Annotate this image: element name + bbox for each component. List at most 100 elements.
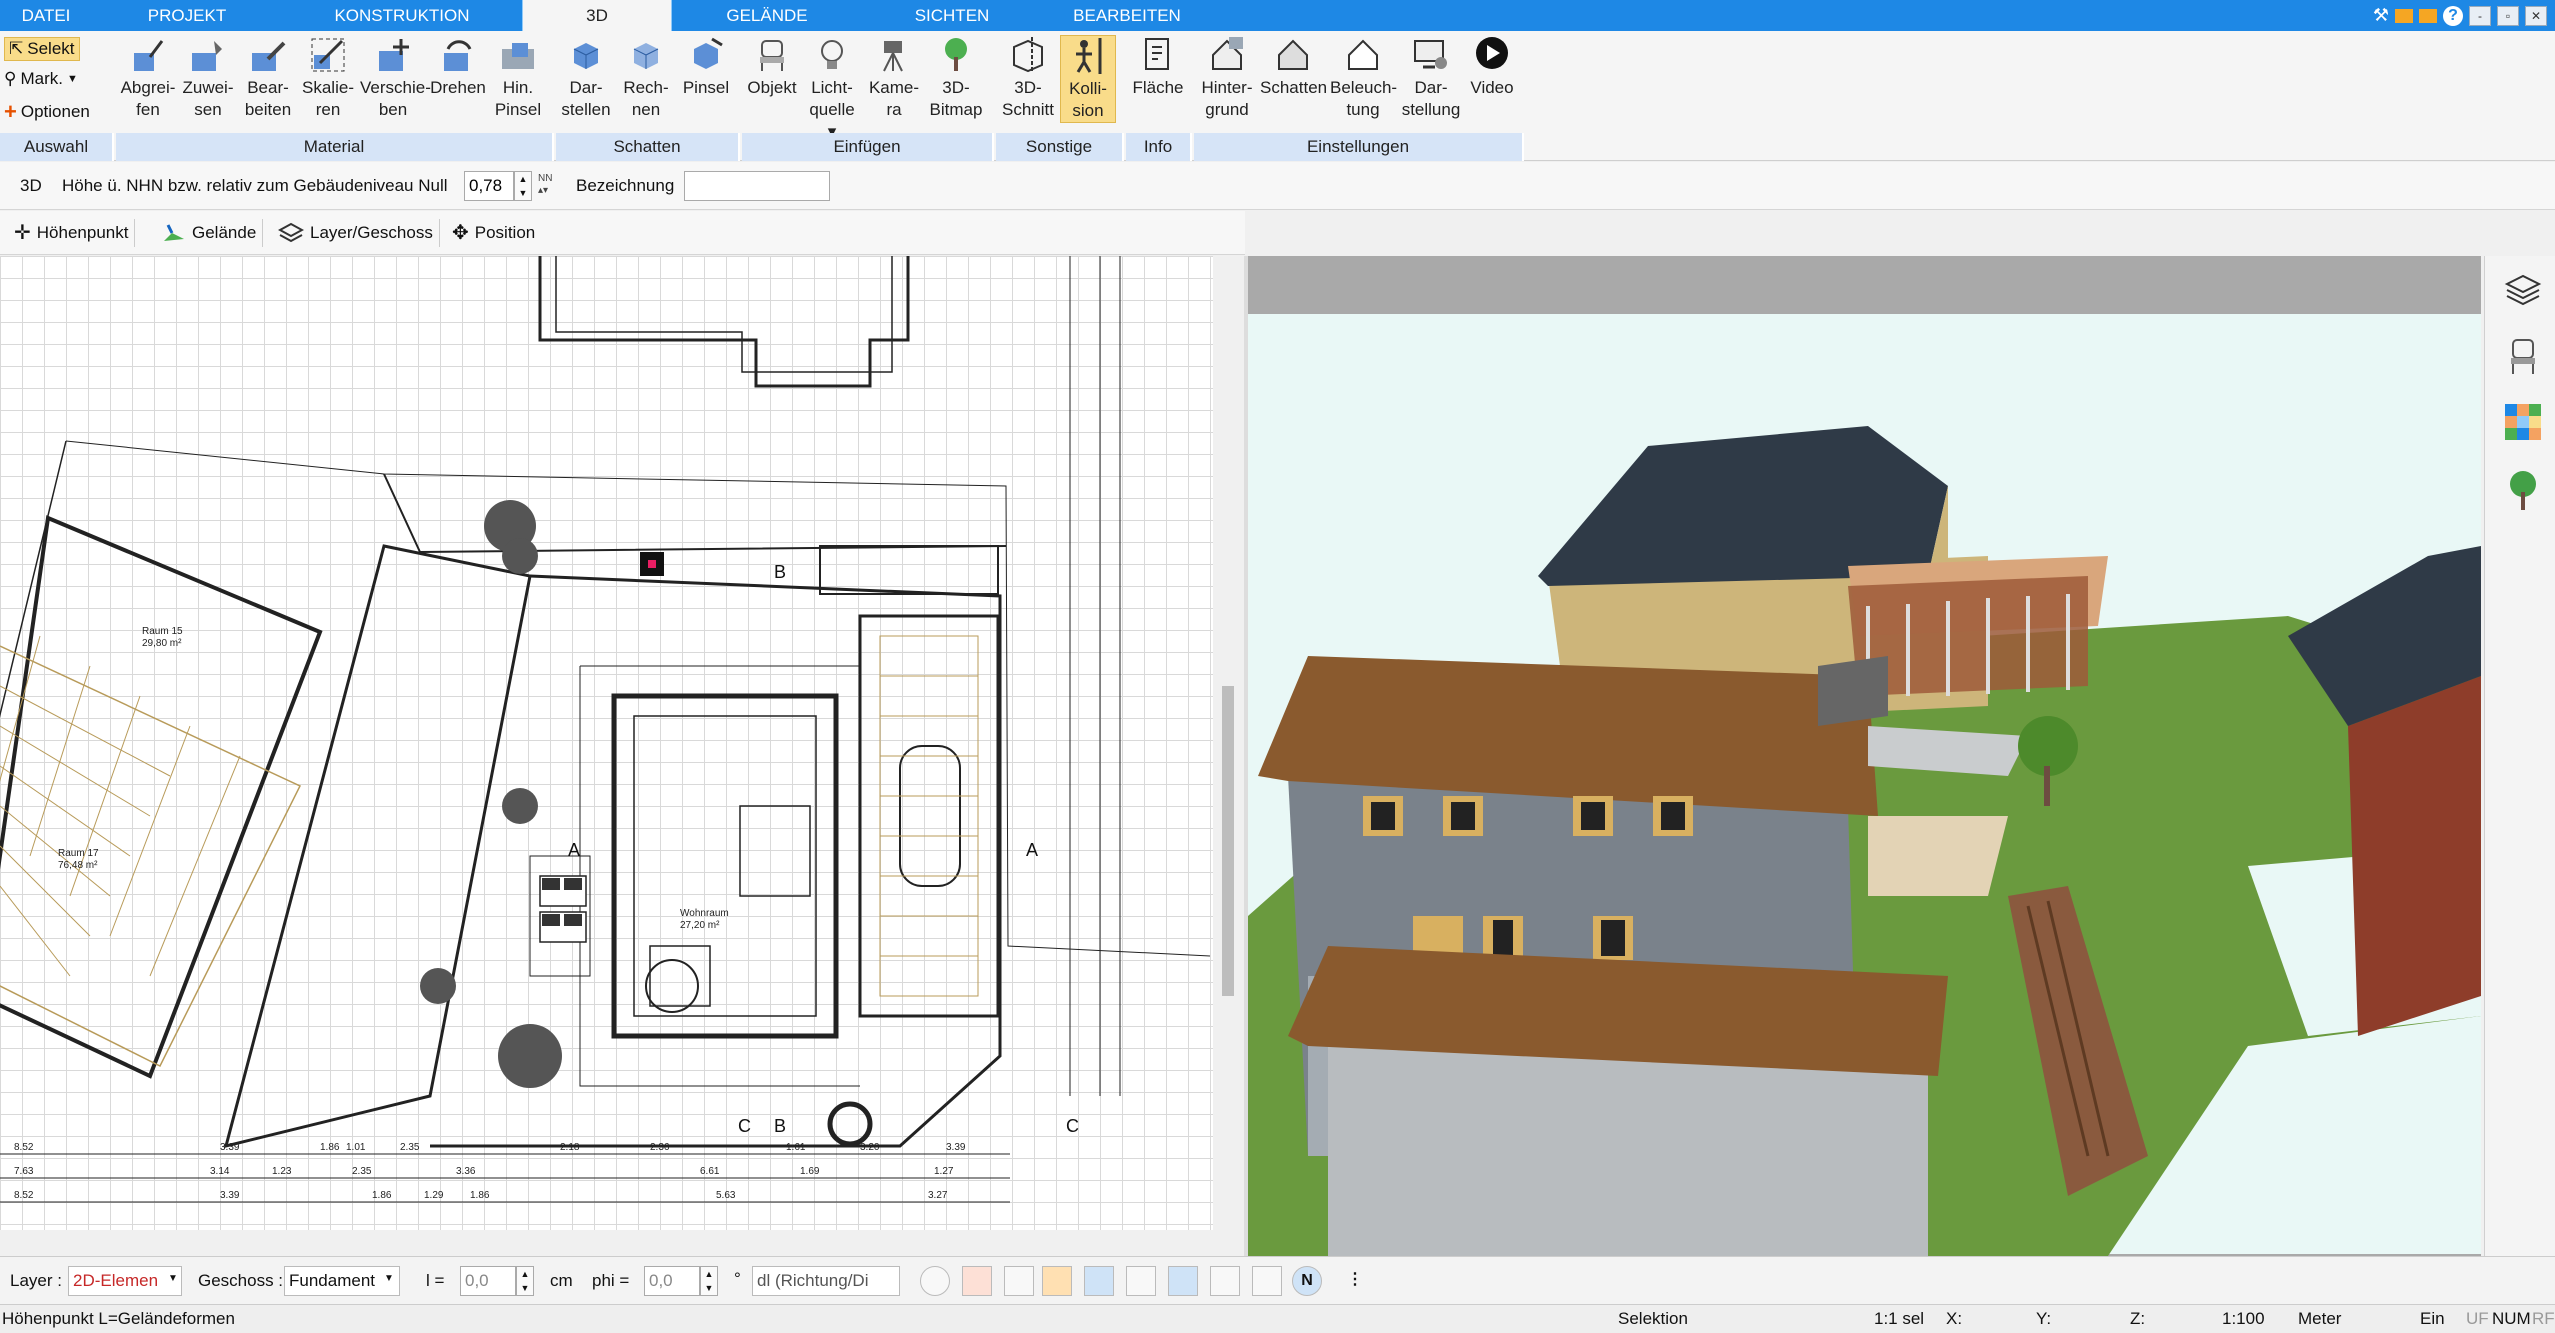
roof-snap-icon[interactable] xyxy=(1084,1266,1114,1296)
mark-button[interactable]: ⚲ Mark. ▼ xyxy=(4,69,78,89)
svg-text:3.39: 3.39 xyxy=(946,1142,966,1153)
l-spinner[interactable]: ▲ ▼ xyxy=(516,1266,534,1296)
drehen-button[interactable]: Drehen xyxy=(430,35,486,99)
layer-select[interactable]: 2D-Elemen xyxy=(68,1266,182,1296)
3d-bitmap-button[interactable]: 3D- Bitmap xyxy=(928,35,984,121)
hoehenpunkt-button[interactable]: ✛ Höhenpunkt xyxy=(8,219,136,247)
flaeche-button[interactable]: Fläche xyxy=(1130,35,1186,99)
close-button[interactable]: ✕ xyxy=(2525,5,2547,26)
3d-schnitt-button[interactable]: 3D- Schnitt xyxy=(1000,35,1056,121)
hintergrund-button[interactable]: Hinter-grund xyxy=(1196,35,1258,121)
hoehe-spinner[interactable]: ▲ ▼ xyxy=(514,171,532,201)
3d-view[interactable] xyxy=(1248,256,2481,1256)
layers-panel-icon[interactable] xyxy=(2503,270,2543,310)
geschoss-value: Fundament xyxy=(289,1271,375,1290)
materials-panel-icon[interactable] xyxy=(2503,402,2543,442)
phi-input[interactable] xyxy=(644,1266,700,1296)
selekt-button[interactable]: ⇱ Selekt xyxy=(4,37,80,61)
north-snap-icon[interactable]: N xyxy=(1292,1266,1322,1296)
group-label-material: Material xyxy=(116,133,554,161)
minimize-button[interactable]: - xyxy=(2469,5,2491,26)
svg-text:A: A xyxy=(1026,840,1038,860)
svg-text:1.86: 1.86 xyxy=(320,1142,340,1153)
window-icon[interactable] xyxy=(2419,8,2437,23)
geschoss-select[interactable]: Fundament xyxy=(284,1266,400,1296)
vertical-scrollbar-thumb[interactable] xyxy=(1222,686,1234,996)
optionen-button[interactable]: + Optionen xyxy=(4,99,90,125)
light-bulb-icon xyxy=(821,40,843,69)
verschieben-button[interactable]: Verschie-ben xyxy=(360,35,431,121)
restore-button[interactable]: ▫ xyxy=(2497,5,2519,26)
vertical-scrollbar[interactable] xyxy=(1214,256,1244,1230)
beleuchtung-label-1: Beleuch- xyxy=(1330,78,1398,97)
gelaende-button[interactable]: Gelände xyxy=(156,219,264,247)
hatch-icon[interactable] xyxy=(1126,1266,1156,1296)
grid-icon[interactable] xyxy=(1252,1266,1282,1296)
tab-datei[interactable]: DATEI xyxy=(0,0,92,31)
group-schatten: Dar-stellen Rech-nen Pinsel Schatten xyxy=(556,31,740,161)
schatten-pinsel-button[interactable]: Pinsel xyxy=(678,35,734,99)
zuweisen-button[interactable]: Zuwei-sen xyxy=(180,35,236,121)
move-arrows-icon: ✥ xyxy=(452,222,469,244)
furniture-panel-icon[interactable] xyxy=(2503,336,2543,376)
schatten-einstellung-button[interactable]: Schatten xyxy=(1260,35,1327,99)
folder-icon[interactable] xyxy=(2395,8,2413,23)
tab-konstruktion[interactable]: KONSTRUKTION xyxy=(282,0,522,31)
verschieben-label-2: ben xyxy=(378,100,408,119)
background-brush-icon xyxy=(502,43,534,69)
selekt-label: Selekt xyxy=(27,39,75,58)
plants-panel-icon[interactable] xyxy=(2503,468,2543,512)
hin-pinsel-button[interactable]: Hin. Pinsel xyxy=(490,35,546,121)
cursor-icon: ⇱ xyxy=(9,39,24,58)
tab-3d[interactable]: 3D xyxy=(522,0,672,31)
position-button[interactable]: ✥ Position xyxy=(446,219,541,247)
group-material: Abgrei-fen Zuwei-sen Bear-beiten Skalie-… xyxy=(116,31,554,161)
phi-spinner[interactable]: ▲ ▼ xyxy=(700,1266,718,1296)
schatten-darstellen-button[interactable]: Dar-stellen xyxy=(558,35,614,121)
lichtquelle-button[interactable]: Licht-quelle ▾ xyxy=(804,35,860,143)
tab-bearbeiten[interactable]: BEARBEITEN xyxy=(1042,0,1212,31)
beleuchtung-button[interactable]: Beleuch-tung xyxy=(1330,35,1398,121)
video-button[interactable]: Video xyxy=(1464,35,1520,99)
layer-dropdown-icon[interactable]: ▼ xyxy=(168,1273,178,1284)
car-icon[interactable] xyxy=(1004,1266,1034,1296)
tools-icon[interactable]: ⚒ xyxy=(2373,5,2389,26)
wave-icon[interactable] xyxy=(1210,1266,1240,1296)
tab-gelaende[interactable]: GELÄNDE xyxy=(672,0,862,31)
room-label-15: Raum 15 xyxy=(142,626,183,637)
svg-text:1.61: 1.61 xyxy=(786,1142,806,1153)
tab-projekt[interactable]: PROJEKT xyxy=(92,0,282,31)
direction-select[interactable]: dl (Richtung/Di xyxy=(752,1266,900,1296)
hoehe-input[interactable] xyxy=(464,171,514,201)
monitor-gear-icon xyxy=(1414,40,1447,69)
hintergrund-label-2: grund xyxy=(1205,100,1249,119)
copy-icon[interactable] xyxy=(1042,1266,1072,1296)
scale-icon xyxy=(311,38,345,72)
floor-plan-2d-view[interactable]: Raum 15 29,80 m² Raum 17 76,48 m² Wohnra… xyxy=(0,256,1213,1230)
svg-text:7.63: 7.63 xyxy=(14,1166,34,1177)
darstellung-button[interactable]: Dar-stellung xyxy=(1400,35,1462,121)
help-icon[interactable]: ? xyxy=(2443,5,2463,26)
objekt-button[interactable]: Objekt xyxy=(744,35,800,99)
bearbeiten-button[interactable]: Bear-beiten xyxy=(240,35,296,121)
more-options-icon[interactable]: ⋮ xyxy=(1340,1266,1370,1296)
3d-schnitt-label-1: 3D- xyxy=(1014,78,1042,97)
3d-scene xyxy=(1248,256,2481,1256)
rechnen-button[interactable]: Rech-nen xyxy=(618,35,674,121)
bezeichnung-input[interactable] xyxy=(684,171,830,201)
layer-geschoss-button[interactable]: Layer/Geschoss xyxy=(272,219,440,247)
kamera-button[interactable]: Kame-ra xyxy=(866,35,922,121)
plane-icon[interactable] xyxy=(1168,1266,1198,1296)
tab-sichten[interactable]: SICHTEN xyxy=(862,0,1042,31)
nhn-toggle-icon[interactable]: NN ▴▾ xyxy=(538,173,560,199)
abgreifen-label-2: fen xyxy=(136,100,160,119)
l-input[interactable] xyxy=(460,1266,516,1296)
monitor-icon[interactable] xyxy=(962,1266,992,1296)
clock-icon[interactable] xyxy=(920,1266,950,1296)
geschoss-dropdown-icon[interactable]: ▼ xyxy=(384,1273,394,1284)
kollision-button[interactable]: Kolli-sion xyxy=(1060,35,1116,123)
pipette-icon xyxy=(134,40,164,71)
skalieren-button[interactable]: Skalie-ren xyxy=(300,35,356,121)
group-label-sonstige: Sonstige xyxy=(996,133,1124,161)
abgreifen-button[interactable]: Abgrei-fen xyxy=(120,35,176,121)
